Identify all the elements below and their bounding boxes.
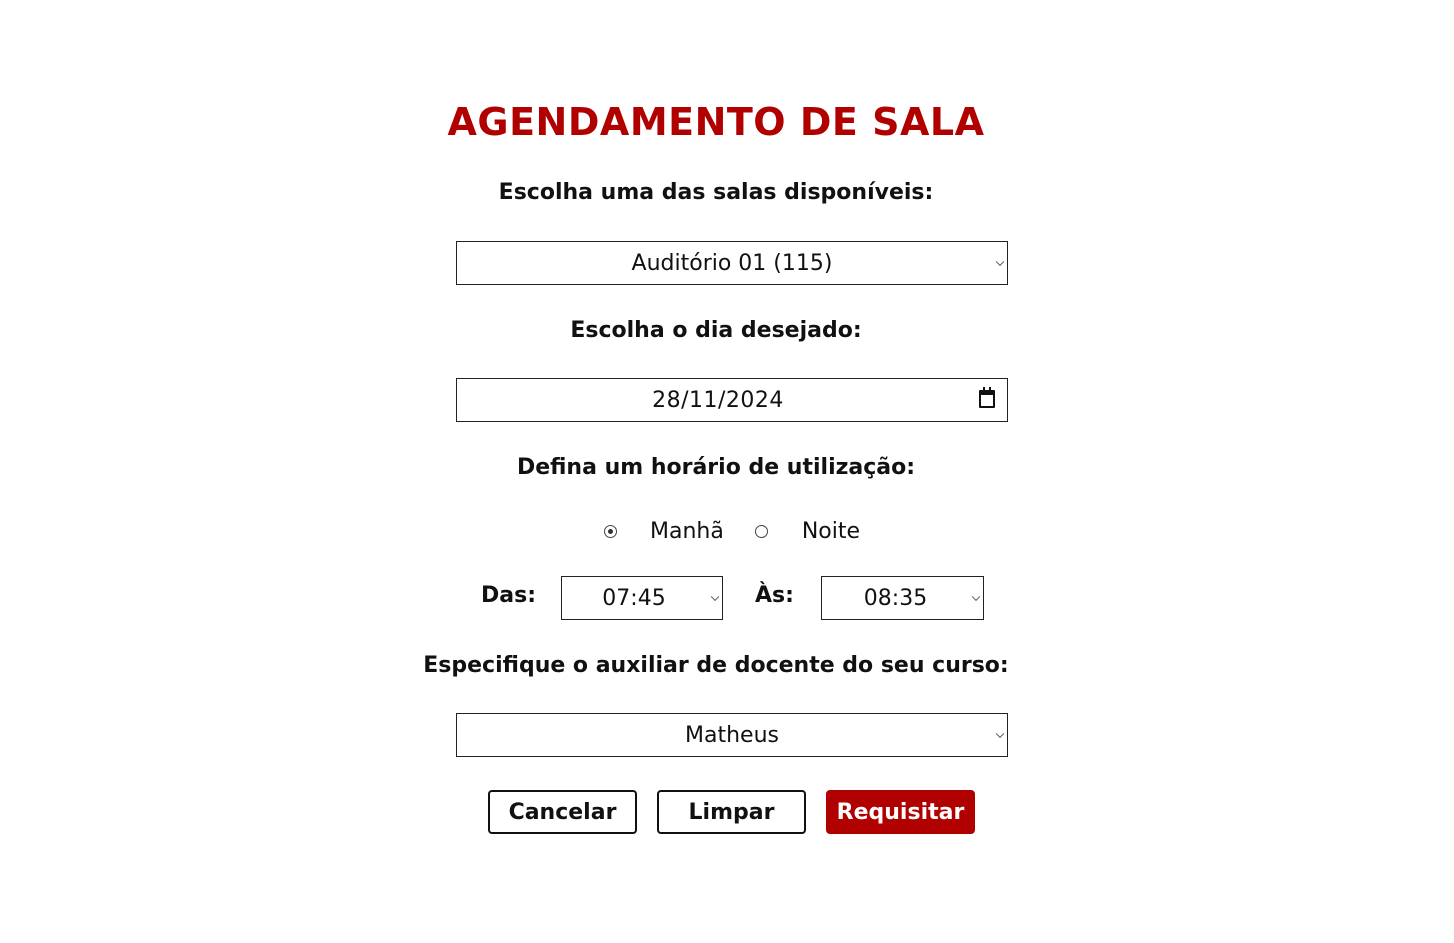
radio-noite[interactable]: [754, 524, 768, 538]
date-input[interactable]: 28/11/2024: [456, 378, 1008, 422]
from-time-value: 07:45: [602, 585, 666, 611]
chevron-down-icon: [995, 257, 1005, 267]
page-title: AGENDAMENTO DE SALA: [447, 100, 985, 144]
chevron-down-icon: [995, 729, 1005, 739]
chevron-down-icon: [971, 592, 981, 602]
from-label: Das:: [481, 583, 536, 608]
schedule-label: Defina um horário de utilização:: [516, 455, 916, 480]
room-select-value: Auditório 01 (115): [631, 250, 833, 276]
chevron-down-icon: [710, 592, 720, 602]
radio-manha-label[interactable]: Manhã: [650, 519, 724, 544]
radio-manha[interactable]: [604, 524, 617, 538]
room-select[interactable]: Auditório 01 (115): [456, 241, 1008, 285]
clear-button[interactable]: Limpar: [657, 790, 806, 834]
date-label: Escolha o dia desejado:: [570, 318, 862, 343]
to-time-value: 08:35: [863, 585, 928, 611]
cancel-button[interactable]: Cancelar: [488, 790, 637, 834]
from-time-select[interactable]: 07:45: [561, 576, 723, 620]
booking-page: AGENDAMENTO DE SALA Escolha uma das sala…: [0, 0, 1454, 943]
shift-radio-group: Manhã Noite: [600, 514, 860, 548]
assistant-label: Especifique o auxiliar de docente do seu…: [423, 653, 1009, 678]
submit-button[interactable]: Requisitar: [826, 790, 975, 834]
date-input-value: 28/11/2024: [652, 387, 784, 413]
calendar-icon[interactable]: [979, 387, 995, 408]
to-label: Às:: [755, 583, 794, 608]
radio-noite-label[interactable]: Noite: [802, 519, 860, 544]
assistant-select[interactable]: Matheus: [456, 713, 1008, 757]
to-time-select[interactable]: 08:35: [821, 576, 984, 620]
assistant-select-value: Matheus: [685, 722, 779, 748]
room-label: Escolha uma das salas disponíveis:: [498, 180, 934, 205]
